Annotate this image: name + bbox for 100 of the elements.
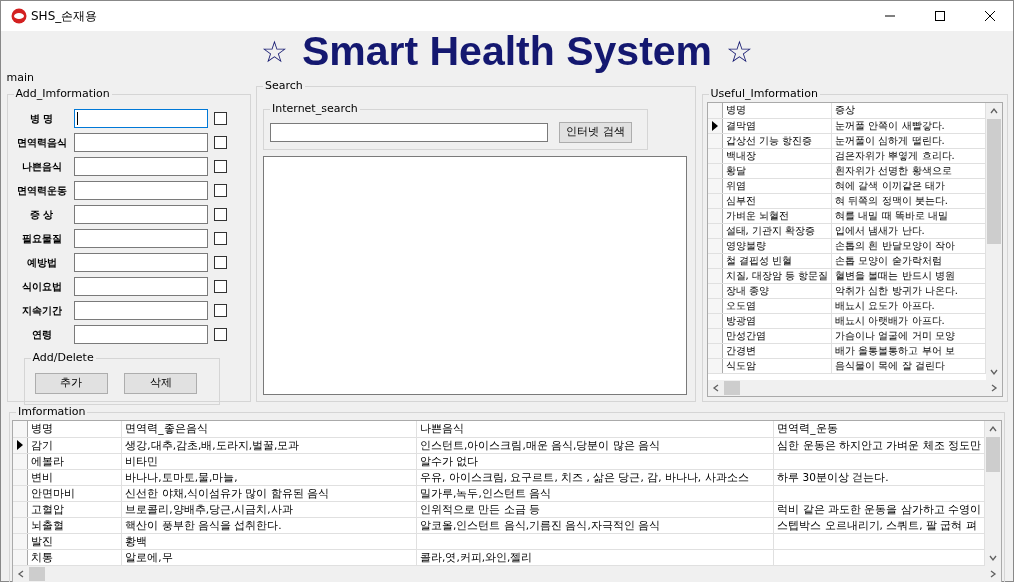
input-field[interactable] xyxy=(74,301,209,320)
delete-button[interactable]: 삭제 xyxy=(124,373,197,394)
column-header[interactable]: 면역력_좋은음식 xyxy=(121,421,417,437)
input-field[interactable] xyxy=(74,229,209,248)
field-label: 면역력음식 xyxy=(15,136,68,150)
scroll-thumb[interactable] xyxy=(986,119,1001,244)
scroll-right-icon[interactable] xyxy=(989,384,998,392)
group-title: Add/Delete xyxy=(30,351,96,365)
table-cell: 철 결핍성 빈혈 xyxy=(722,253,832,268)
table-cell: 검은자위가 뿌옇게 흐리다. xyxy=(831,148,985,163)
table-cell: 만성간염 xyxy=(722,328,832,343)
table-cell: 인위적으로 만든 소금 등 xyxy=(416,501,774,517)
table-cell: 스텝박스 오르내리기, 스쿼트, 팔 굽혀 펴 xyxy=(773,517,985,533)
table-cell: 생강,대추,감초,배,도라지,벌꿀,모과 xyxy=(121,437,417,453)
column-header[interactable]: 증상 xyxy=(831,103,985,118)
horizontal-scrollbar[interactable] xyxy=(707,380,1002,396)
input-field[interactable] xyxy=(74,253,209,272)
search-field[interactable] xyxy=(270,123,548,142)
field-label: 면역력운동 xyxy=(15,184,68,198)
field-label: 나쁜음식 xyxy=(20,160,63,174)
field-label: 병 명 xyxy=(28,112,55,126)
star-icon: ☆ xyxy=(261,36,288,67)
column-header[interactable]: 나쁜음식 xyxy=(416,421,774,437)
table-cell: 콜라,엿,커피,와인,젤리 xyxy=(416,549,774,565)
star-icon: ☆ xyxy=(726,36,753,67)
checkbox[interactable] xyxy=(213,328,227,341)
group-title: Internet_search xyxy=(270,102,360,116)
table-cell: 혀에 갈색 이끼같은 태가 xyxy=(831,178,985,193)
vertical-scrollbar[interactable] xyxy=(985,421,1001,566)
table-cell: 간경변 xyxy=(722,343,832,358)
table-cell: 눈꺼풀이 심하게 떨린다. xyxy=(831,133,985,148)
table-cell: 치질, 대장암 등 항문질 xyxy=(722,268,832,283)
table-cell: 하루 30분이상 걷는다. xyxy=(773,469,985,485)
table-cell: 황백 xyxy=(121,533,417,549)
scroll-down-icon[interactable] xyxy=(989,553,997,562)
scroll-thumb[interactable] xyxy=(723,381,740,395)
input-field[interactable] xyxy=(74,157,209,176)
field-label: 필요물질 xyxy=(20,232,63,246)
table-cell: 브로콜리,양배추,당근,시금치,사과 xyxy=(121,501,417,517)
table-cell: 알코올,인스턴트 음식,기름진 음식,자극적인 음식 xyxy=(416,517,774,533)
scroll-up-icon[interactable] xyxy=(989,107,998,115)
input-field[interactable] xyxy=(74,181,209,200)
input-field[interactable] xyxy=(74,325,209,344)
column-header[interactable]: 병명 xyxy=(722,103,832,118)
field-label: 예방법 xyxy=(25,256,58,270)
table-cell: 알로에,무 xyxy=(121,549,417,565)
table-cell: 식도암 xyxy=(722,358,832,373)
input-field[interactable] xyxy=(74,109,209,128)
window-title: SHS_손재용 xyxy=(31,8,99,25)
table-cell: 결막염 xyxy=(722,118,832,133)
field-label: 증 상 xyxy=(28,208,55,222)
table-cell: 황달 xyxy=(722,163,832,178)
column-header[interactable]: 면역력_운동 xyxy=(773,421,985,437)
table-cell: 음식물이 목에 잘 걸린다 xyxy=(831,358,985,373)
checkbox[interactable] xyxy=(213,136,227,149)
group-title: Add_Imformation xyxy=(13,87,112,101)
table-cell: 흰자위가 선명한 황색으로 xyxy=(831,163,985,178)
scroll-right-icon[interactable] xyxy=(989,569,997,578)
table-cell: 손톱 모양이 숟가락처럼 xyxy=(831,253,985,268)
add-button[interactable]: 추가 xyxy=(34,373,108,394)
checkbox[interactable] xyxy=(213,304,227,317)
scroll-left-icon[interactable] xyxy=(711,384,720,392)
input-field[interactable] xyxy=(74,133,209,152)
table-cell: 혀를 내밀 때 똑바로 내밀 xyxy=(831,208,985,223)
table-cell: 에볼라 xyxy=(27,453,122,469)
input-field[interactable] xyxy=(74,277,209,296)
table-cell: 설태, 기관지 확장증 xyxy=(722,223,832,238)
table-cell: 갑상선 기능 항진증 xyxy=(722,133,832,148)
input-field[interactable] xyxy=(74,205,209,224)
table-cell: 장내 종양 xyxy=(722,283,832,298)
scroll-down-icon[interactable] xyxy=(989,368,998,376)
checkbox[interactable] xyxy=(213,160,227,173)
field-label: 연령 xyxy=(30,328,53,342)
table-cell: 혈변을 볼때는 반드시 병원 xyxy=(831,268,985,283)
table-cell: 인스턴트,아이스크림,매운 음식,당분이 많은 음식 xyxy=(416,437,774,453)
table-cell: 가슴이나 얼굴에 거미 모양 xyxy=(831,328,985,343)
table-cell: 우유, 아이스크림, 요구르트, 치즈 , 삶은 당근, 감, 바나나, 사과소스 xyxy=(416,469,774,485)
table-cell: 바나나,토마토,물,마늘, xyxy=(121,469,417,485)
table-cell: 밀가루,녹두,인스턴트 음식 xyxy=(416,485,774,501)
checkbox[interactable] xyxy=(213,112,227,125)
checkbox[interactable] xyxy=(213,232,227,245)
table-cell: 배뇨시 아랫배가 아프다. xyxy=(831,313,985,328)
table-cell: 심부전 xyxy=(722,193,832,208)
table-cell: 오도염 xyxy=(722,298,832,313)
scroll-thumb[interactable] xyxy=(29,566,45,581)
table-cell: 배가 올통볼통하고 부어 보 xyxy=(831,343,985,358)
scroll-thumb[interactable] xyxy=(986,437,1000,472)
checkbox[interactable] xyxy=(213,208,227,221)
checkbox[interactable] xyxy=(213,280,227,293)
table-cell: 악취가 심한 방귀가 나온다. xyxy=(831,283,985,298)
table-cell: 변비 xyxy=(27,469,122,485)
search-button[interactable]: 인터넷 검색 xyxy=(559,122,632,143)
scroll-left-icon[interactable] xyxy=(17,569,25,578)
table-cell: 발진 xyxy=(27,533,122,549)
table-cell: 입에서 냄새가 난다. xyxy=(831,223,985,238)
column-header[interactable]: 병명 xyxy=(27,421,122,437)
scroll-up-icon[interactable] xyxy=(989,425,997,433)
checkbox[interactable] xyxy=(213,256,227,269)
checkbox[interactable] xyxy=(213,184,227,197)
table-cell: 위염 xyxy=(722,178,832,193)
